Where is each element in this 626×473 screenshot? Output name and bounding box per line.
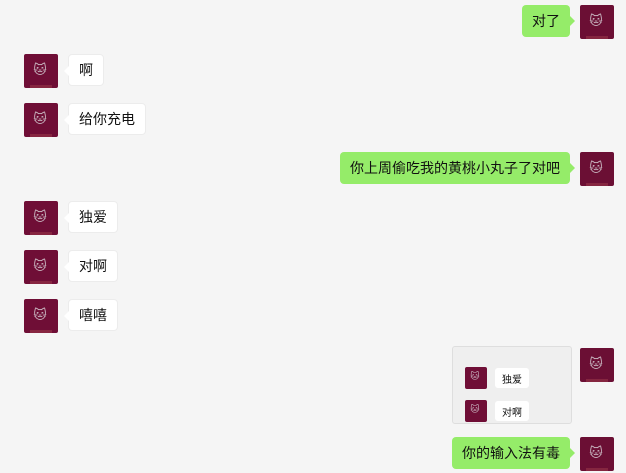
cat-avatar-icon: 🐱 (33, 307, 47, 323)
avatar[interactable]: 🐱 (580, 152, 614, 186)
avatar[interactable]: 🐱 (24, 299, 58, 333)
message-bubble-sent[interactable]: 你上周偷吃我的黄桃小丸子了对吧 (340, 152, 575, 184)
message-bubble-received[interactable]: 给你充电 (64, 103, 146, 135)
avatar[interactable]: 🐱 (580, 348, 614, 382)
cat-avatar-icon: 🐱 (589, 160, 603, 176)
message-bubble-received[interactable]: 啊 (64, 54, 104, 86)
avatar[interactable]: 🐱 (24, 54, 58, 88)
avatar[interactable]: 🐱 (24, 201, 58, 235)
forwarded-chat-card[interactable]: 🐱 独爱 🐱 对啊 (452, 346, 572, 424)
avatar: 🐱 (465, 367, 487, 389)
avatar[interactable]: 🐱 (24, 250, 58, 284)
message-bubble-sent[interactable]: 你的输入法有毒 (452, 437, 575, 469)
cat-avatar-icon: 🐱 (589, 13, 603, 29)
cat-avatar-icon: 🐱 (33, 111, 47, 127)
avatar[interactable]: 🐱 (580, 5, 614, 39)
cat-avatar-icon: 🐱 (589, 356, 603, 372)
cat-avatar-icon: 🐱 (470, 404, 480, 415)
forwarded-message: 对啊 (495, 401, 529, 421)
message-bubble-sent[interactable]: 对了 (522, 5, 575, 37)
avatar[interactable]: 🐱 (580, 437, 614, 471)
cat-avatar-icon: 🐱 (589, 445, 603, 461)
message-bubble-received[interactable]: 嘻嘻 (64, 299, 118, 331)
cat-avatar-icon: 🐱 (33, 258, 47, 274)
cat-avatar-icon: 🐱 (33, 209, 47, 225)
avatar: 🐱 (465, 400, 487, 422)
avatar[interactable]: 🐱 (24, 103, 58, 137)
message-bubble-received[interactable]: 对啊 (64, 250, 118, 282)
message-bubble-received[interactable]: 独爱 (64, 201, 118, 233)
cat-avatar-icon: 🐱 (470, 371, 480, 382)
cat-avatar-icon: 🐱 (33, 62, 47, 78)
forwarded-message: 独爱 (495, 368, 529, 388)
